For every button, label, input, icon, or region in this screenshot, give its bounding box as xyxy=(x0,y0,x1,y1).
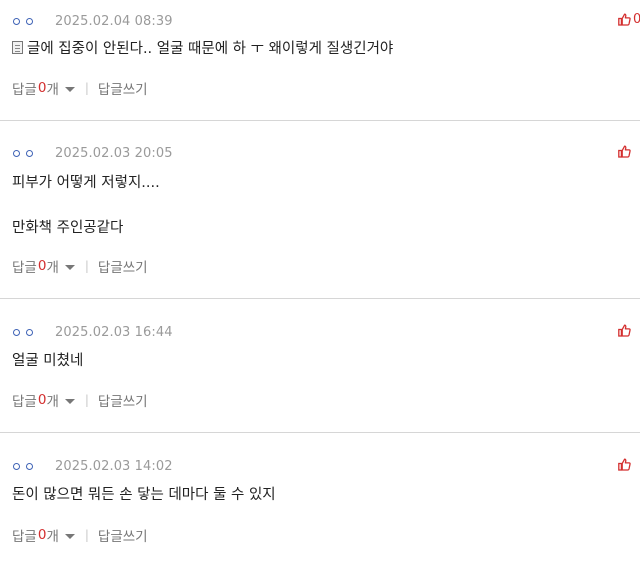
comment-line: 얼굴 미쳤네 xyxy=(12,353,84,369)
user-dot xyxy=(13,17,20,25)
reply-count: 0 xyxy=(37,80,47,96)
comment-meta: 2025.02.04 08:39 xyxy=(13,12,173,30)
reply-label: 답글 xyxy=(12,394,37,410)
reply-toggle-button[interactable]: 답글 0 개 xyxy=(12,525,75,545)
thumbs-up-icon xyxy=(618,458,631,471)
caret-down-icon xyxy=(64,86,75,92)
comment-date: 2025.02.03 14:02 xyxy=(55,458,173,474)
comment-meta: 2025.02.03 20:05 xyxy=(13,144,173,162)
write-reply-button[interactable]: 답글쓰기 xyxy=(98,78,148,98)
reply-toggle-button[interactable]: 답글 0 개 xyxy=(12,256,75,276)
reply-unit: 개 xyxy=(46,394,59,410)
comment-actions: 답글 0 개 | 답글쓰기 xyxy=(12,390,148,410)
user-dot xyxy=(26,328,33,336)
like-count: 0 xyxy=(633,12,640,27)
thumbs-up-icon xyxy=(618,145,631,158)
caret-down-icon xyxy=(64,264,75,270)
reply-toggle-button[interactable]: 답글 0 개 xyxy=(12,390,75,410)
write-reply-button[interactable]: 답글쓰기 xyxy=(98,390,148,410)
comment-line: 피부가 어떻게 저렇지.... xyxy=(12,175,160,191)
reply-label: 답글 xyxy=(12,260,37,276)
divider: | xyxy=(84,528,89,542)
document-icon xyxy=(12,41,23,54)
comment-text: 글에 집중이 안된다.. 얼굴 때문에 하 ㅜ 왜이렇게 질생긴거야 xyxy=(12,39,393,59)
user-dots-icon[interactable] xyxy=(13,149,55,157)
reply-unit: 개 xyxy=(46,529,59,545)
comment-actions: 답글 0 개 | 답글쓰기 xyxy=(12,78,148,98)
write-reply-button[interactable]: 답글쓰기 xyxy=(98,256,148,276)
comment-line: 글에 집중이 안된다.. 얼굴 때문에 하 ㅜ 왜이렇게 질생긴거야 xyxy=(27,41,394,57)
user-dot xyxy=(13,149,20,157)
comment-item: 2025.02.03 16:44 얼굴 미쳤네 답글 0 개 | 답글쓰기 xyxy=(0,299,640,433)
user-dot xyxy=(13,462,20,470)
write-reply-button[interactable]: 답글쓰기 xyxy=(98,525,148,545)
divider: | xyxy=(84,259,89,273)
reply-count: 0 xyxy=(37,527,47,543)
comment-item: 2025.02.03 14:02 돈이 많으면 뭐든 손 닿는 데마다 둘 수 … xyxy=(0,433,640,573)
comment-line: 돈이 많으면 뭐든 손 닿는 데마다 둘 수 있지 xyxy=(12,487,276,503)
user-dot xyxy=(26,17,33,25)
user-dot xyxy=(26,149,33,157)
reply-label: 답글 xyxy=(12,82,37,98)
comment-date: 2025.02.04 08:39 xyxy=(55,13,173,29)
caret-down-icon xyxy=(64,398,75,404)
reply-unit: 개 xyxy=(46,260,59,276)
comment-actions: 답글 0 개 | 답글쓰기 xyxy=(12,525,148,545)
comment-line: 만화책 주인공같다 xyxy=(12,220,124,236)
like-button[interactable] xyxy=(618,458,640,471)
user-dots-icon[interactable] xyxy=(13,17,55,25)
thumbs-up-icon xyxy=(618,324,631,337)
divider: | xyxy=(84,393,89,407)
reply-toggle-button[interactable]: 답글 0 개 xyxy=(12,78,75,98)
reply-count: 0 xyxy=(37,258,47,274)
comment-item: 2025.02.03 20:05 피부가 어떻게 저렇지.... 만화책 주인공… xyxy=(0,121,640,299)
reply-label: 답글 xyxy=(12,529,37,545)
comment-date: 2025.02.03 16:44 xyxy=(55,324,173,340)
comment-item: 2025.02.04 08:39 0 글에 집중이 안된다.. 얼굴 때문에 하… xyxy=(0,0,640,121)
like-button[interactable] xyxy=(618,324,640,337)
reply-count: 0 xyxy=(37,392,47,408)
user-dots-icon[interactable] xyxy=(13,462,55,470)
comment-meta: 2025.02.03 16:44 xyxy=(13,323,173,341)
user-dot xyxy=(13,328,20,336)
comment-actions: 답글 0 개 | 답글쓰기 xyxy=(12,256,148,276)
comment-date: 2025.02.03 20:05 xyxy=(55,145,173,161)
thumbs-up-icon xyxy=(618,13,631,26)
comment-meta: 2025.02.03 14:02 xyxy=(13,457,173,475)
like-button[interactable]: 0 xyxy=(618,12,640,27)
reply-unit: 개 xyxy=(46,82,59,98)
user-dot xyxy=(26,462,33,470)
caret-down-icon xyxy=(64,533,75,539)
like-button[interactable] xyxy=(618,145,640,158)
user-dots-icon[interactable] xyxy=(13,328,55,336)
divider: | xyxy=(84,81,89,95)
